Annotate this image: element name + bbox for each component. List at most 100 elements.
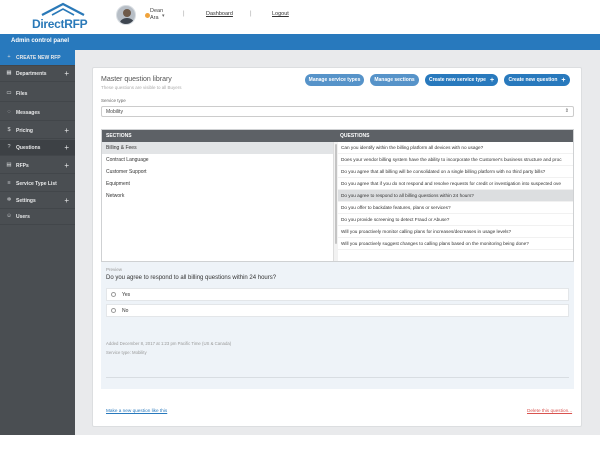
question-item[interactable]: Do you agree that all billing will be co… xyxy=(338,166,573,178)
sidebar-item-label: Settings xyxy=(16,198,36,204)
chevron-down-icon[interactable]: ▾ xyxy=(162,13,165,19)
page-footer xyxy=(0,435,600,450)
preview-question: Do you agree to respond to all billing q… xyxy=(106,275,277,281)
top-header: DirectRFP Dean Ara ▾ | Dashboard | Logou… xyxy=(0,0,600,34)
service-type-label: Service type xyxy=(101,98,126,103)
logo-mark-icon xyxy=(41,2,85,16)
sidebar-item-label: Pricing xyxy=(16,128,33,134)
avatar[interactable] xyxy=(116,5,136,25)
section-item[interactable]: Contract Language xyxy=(102,154,333,166)
dollar-icon: $ xyxy=(7,127,11,133)
sidebar-item-service-type-list[interactable]: ≡ Service Type List xyxy=(0,176,75,192)
sections-scrollbar-thumb[interactable] xyxy=(335,144,337,244)
dashboard-link[interactable]: Dashboard xyxy=(206,11,233,17)
sidebar-item-rfps[interactable]: ▤ RFPs + xyxy=(0,158,75,174)
expand-plus-icon[interactable]: + xyxy=(64,196,69,205)
plus-icon: + xyxy=(561,76,566,84)
sidebar-item-departments[interactable]: ▦ Departments + xyxy=(0,66,75,82)
section-item[interactable]: Equipment xyxy=(102,178,333,190)
sidebar: + CREATE NEW RFP ▦ Departments + ▭ Files… xyxy=(0,50,75,435)
expand-plus-icon[interactable]: + xyxy=(64,126,69,135)
preview-option-yes[interactable]: Yes xyxy=(106,288,569,301)
questions-header: QUESTIONS xyxy=(340,133,370,139)
admin-bar: Admin control panel xyxy=(0,34,600,50)
sidebar-item-label: CREATE NEW RFP xyxy=(16,55,61,61)
button-label: Manage sections xyxy=(374,77,415,83)
section-item[interactable]: Network xyxy=(102,190,333,202)
manage-service-types-button[interactable]: Manage service types xyxy=(305,74,364,86)
added-date: Added December 8, 2017 at 1:23 pm Pacifi… xyxy=(106,341,232,346)
question-preview: Preview Do you agree to respond to all b… xyxy=(101,262,574,389)
preview-label: Preview xyxy=(106,267,123,272)
button-label: Create new service type xyxy=(428,77,486,83)
question-library-card: Master question library These questions … xyxy=(92,67,582,427)
service-type-select[interactable]: Mobility ⇕ xyxy=(101,106,574,117)
logo[interactable]: DirectRFP xyxy=(28,2,98,32)
admin-bar-title: Admin control panel xyxy=(11,38,70,44)
question-item[interactable]: Do you agree to respond to all billing q… xyxy=(338,190,573,202)
question-item[interactable]: Will you proactively suggest changes to … xyxy=(338,238,573,250)
main-content: Master question library These questions … xyxy=(75,50,600,435)
question-item[interactable]: Do you offer to backdate features, plans… xyxy=(338,202,573,214)
sidebar-item-users[interactable]: ☺ Users xyxy=(0,209,75,225)
sidebar-item-pricing[interactable]: $ Pricing + xyxy=(0,123,75,139)
radio-button[interactable] xyxy=(111,292,116,297)
question-item[interactable]: Do you provide screening to detect Fraud… xyxy=(338,214,573,226)
expand-plus-icon[interactable]: + xyxy=(64,69,69,78)
question-item[interactable]: Can you identify within the billing plat… xyxy=(338,142,573,154)
separator: | xyxy=(183,11,185,17)
question-item[interactable]: Does your vendor billing system have the… xyxy=(338,154,573,166)
logout-link[interactable]: Logout xyxy=(272,11,289,17)
service-type-value: Mobility xyxy=(106,109,123,115)
create-question-button[interactable]: Create new question + xyxy=(504,74,570,86)
manage-sections-button[interactable]: Manage sections xyxy=(370,74,419,86)
sidebar-item-label: Files xyxy=(16,91,28,97)
chat-icon: ◌ xyxy=(7,109,11,115)
separator: | xyxy=(250,11,252,17)
sidebar-item-messages[interactable]: ◌ Messages xyxy=(0,105,75,121)
sidebar-item-label: Questions xyxy=(16,145,41,151)
radio-button[interactable] xyxy=(111,308,116,313)
table-header: SECTIONS QUESTIONS xyxy=(102,130,573,142)
create-service-type-button[interactable]: Create new service type + xyxy=(425,74,498,86)
make-new-question-link[interactable]: Make a new question like this xyxy=(106,408,167,413)
button-label: Create new question xyxy=(508,77,558,83)
sidebar-item-settings[interactable]: ✲ Settings + xyxy=(0,193,75,209)
select-arrows-icon: ⇕ xyxy=(564,108,569,114)
sidebar-item-label: Messages xyxy=(16,110,40,116)
users-icon: ☺ xyxy=(6,213,12,219)
expand-plus-icon[interactable]: + xyxy=(64,161,69,170)
sections-list: Billing & Fees Contract Language Custome… xyxy=(102,142,334,261)
page-title: Master question library xyxy=(101,76,172,83)
page-subtitle: These questions are visible to all Buyer… xyxy=(101,85,182,90)
sidebar-item-files[interactable]: ▭ Files xyxy=(0,86,75,102)
questions-list: Can you identify within the billing plat… xyxy=(338,142,573,261)
option-label: No xyxy=(122,308,129,314)
option-label: Yes xyxy=(122,292,131,298)
avatar-body xyxy=(120,18,134,24)
sidebar-item-questions[interactable]: ? Questions + xyxy=(0,140,75,156)
file-icon: ▭ xyxy=(6,90,12,96)
plus-icon: + xyxy=(7,54,11,60)
avatar-head xyxy=(123,9,131,17)
sidebar-item-label: Service Type List xyxy=(16,181,57,187)
section-item[interactable]: Billing & Fees xyxy=(102,142,333,154)
delete-question-link[interactable]: Delete this question... xyxy=(527,408,572,413)
list-icon: ≡ xyxy=(7,180,11,186)
question-icon: ? xyxy=(7,144,11,150)
preview-option-no[interactable]: No xyxy=(106,304,569,317)
plus-icon: + xyxy=(489,76,495,84)
preview-service-type: Service type: Mobility xyxy=(106,350,147,355)
sections-questions-table: SECTIONS QUESTIONS Billing & Fees Contra… xyxy=(101,129,574,262)
sidebar-item-label: RFPs xyxy=(16,163,29,169)
expand-plus-icon[interactable]: + xyxy=(64,143,69,152)
question-item[interactable]: Will you proactively monitor calling pla… xyxy=(338,226,573,238)
building-icon: ▦ xyxy=(6,70,12,76)
question-item[interactable]: Do you agree that if you do not respond … xyxy=(338,178,573,190)
section-item[interactable]: Customer Support xyxy=(102,166,333,178)
sidebar-item-label: Departments xyxy=(16,71,47,77)
gear-icon: ✲ xyxy=(6,197,12,203)
sidebar-item-create-rfp[interactable]: + CREATE NEW RFP xyxy=(0,50,75,66)
logo-text: DirectRFP xyxy=(32,17,88,31)
sidebar-item-label: Users xyxy=(16,214,30,220)
